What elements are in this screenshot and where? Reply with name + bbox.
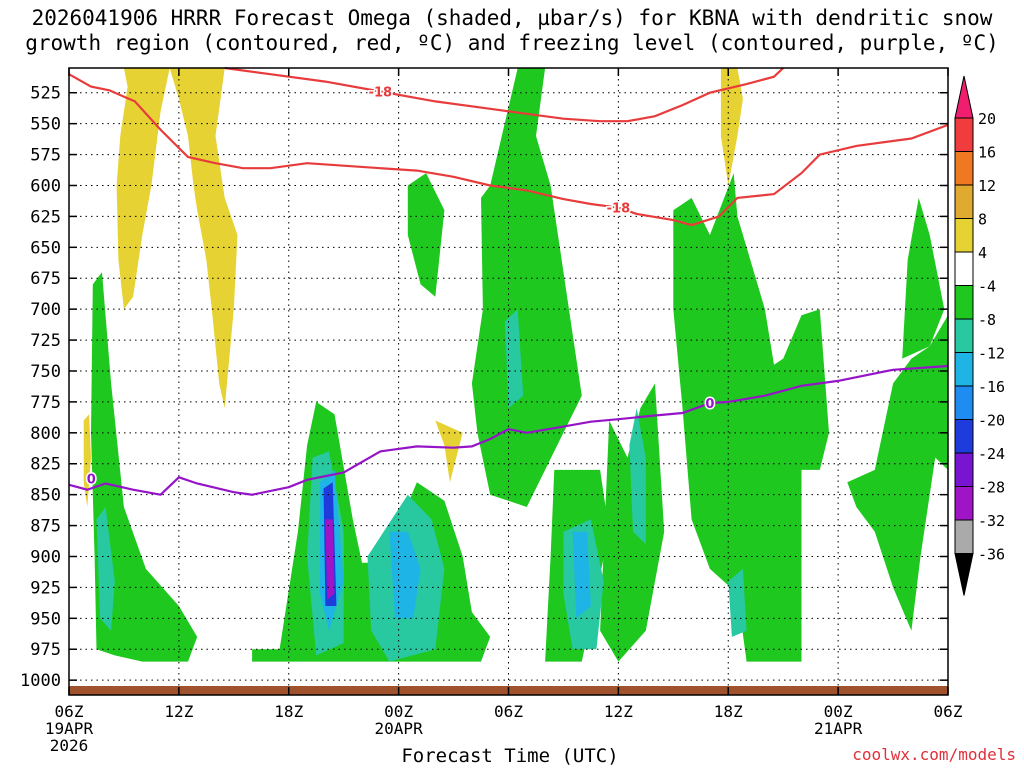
xtick-date-18: 20APR	[375, 719, 424, 738]
ytick-label-650: 650	[30, 238, 61, 258]
colorbar-label-0: 20	[978, 110, 996, 128]
colorbar-swatch-8	[954, 352, 974, 387]
colorbar-label-12: -32	[978, 512, 1005, 530]
colorbar-label-10: -24	[978, 445, 1005, 463]
colorbar-label-11: -28	[978, 479, 1005, 497]
ytick-label-525: 525	[30, 84, 61, 104]
ytick-label-800: 800	[30, 424, 61, 444]
omega-region-1-7	[847, 315, 948, 631]
contour-line-1	[224, 66, 784, 123]
colorbar-label-9: -20	[978, 412, 1005, 430]
colorbar-label-5: -4	[978, 278, 996, 296]
colorbar-swatch-3	[954, 184, 974, 219]
xtick-year-0: 2026	[50, 736, 89, 755]
colorbar-swatch-13	[954, 519, 974, 554]
colorbar-label-13: -36	[978, 546, 1005, 564]
ytick-label-575: 575	[30, 146, 61, 166]
omega-region-1-5	[600, 383, 665, 662]
ytick-label-675: 675	[30, 269, 61, 289]
xtick-label-12: 18Z	[274, 702, 303, 721]
colorbar: 20 16 12 8 4 -4 -8 -12 -16 -20 -24 -28 -32 -36	[954, 75, 1005, 596]
ytick-label-900: 900	[30, 547, 61, 567]
ytick-label-600: 600	[30, 176, 61, 196]
colorbar-swatch-11	[954, 452, 974, 487]
time-height-chart: -18 -18 0 0 525 550 575 600 625 650 675 700 725 750 7…	[20, 66, 1005, 755]
ytick-label-725: 725	[30, 331, 61, 351]
colorbar-swatch-9	[954, 385, 974, 420]
credit-text: coolwx.com/models	[852, 745, 1016, 764]
omega-region-0-2	[83, 414, 91, 507]
omega-region-0-3	[435, 420, 463, 483]
ytick-label-750: 750	[30, 362, 61, 382]
colorbar-swatch-2	[954, 151, 974, 186]
colorbar-arrow-bottom	[954, 553, 974, 596]
colorbar-arrow-top	[954, 75, 974, 119]
ytick-label-825: 825	[30, 455, 61, 475]
colorbar-swatch-10	[954, 419, 974, 454]
colorbar-label-3: 8	[978, 211, 987, 229]
xtick-label-30: 12Z	[604, 702, 633, 721]
xtick-label-6: 12Z	[164, 702, 193, 721]
colorbar-label-8: -16	[978, 378, 1005, 396]
contour-label-2b: 0	[87, 473, 96, 488]
xtick-label-24: 06Z	[494, 702, 523, 721]
contour-label-1: -18	[369, 85, 393, 100]
colorbar-swatch-1	[954, 117, 974, 152]
colorbar-label-2: 12	[978, 177, 996, 195]
colorbar-swatch-12	[954, 486, 974, 521]
ytick-label-950: 950	[30, 609, 61, 629]
ytick-label-1000: 1000	[20, 671, 61, 691]
omega-region-0-0	[169, 68, 238, 409]
colorbar-label-4: 4	[978, 244, 987, 262]
colorbar-swatch-4	[954, 218, 974, 253]
contour-label-2: 0	[705, 397, 714, 412]
ytick-label-625: 625	[30, 207, 61, 227]
x-axis-label: Forecast Time (UTC)	[401, 745, 619, 767]
xtick-label-48: 06Z	[934, 702, 963, 721]
ytick-label-975: 975	[30, 640, 61, 660]
ytick-label-875: 875	[30, 517, 61, 537]
colorbar-label-7: -12	[978, 345, 1005, 363]
xtick-date-42: 21APR	[814, 719, 863, 738]
ytick-label-850: 850	[30, 486, 61, 506]
colorbar-swatch-7	[954, 318, 974, 353]
omega-region-1-3	[471, 68, 582, 507]
omega-region-0-1	[116, 68, 170, 310]
omega-region-1-6	[673, 173, 829, 662]
contour-label-0: -18	[607, 202, 631, 217]
ytick-label-775: 775	[30, 393, 61, 413]
colorbar-label-1: 16	[978, 144, 996, 162]
colorbar-swatch-5	[954, 251, 974, 286]
ytick-label-925: 925	[30, 578, 61, 598]
ytick-label-700: 700	[30, 300, 61, 320]
ytick-label-550: 550	[30, 115, 61, 135]
colorbar-swatch-6	[954, 285, 974, 320]
colorbar-label-6: -8	[978, 311, 996, 329]
xtick-label-36: 18Z	[714, 702, 743, 721]
